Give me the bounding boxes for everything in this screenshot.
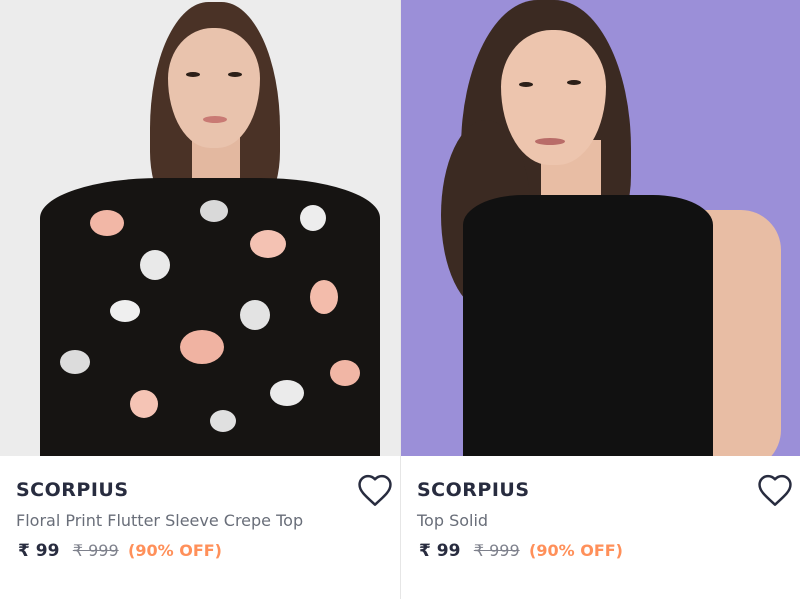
product-brand: SCORPIUS [417,479,530,501]
product-card[interactable]: SCORPIUS Floral Print Flutter Sleeve Cre… [0,0,400,599]
flower-print [250,230,286,258]
original-price: ₹ 999 [473,541,520,560]
product-grid: SCORPIUS Floral Print Flutter Sleeve Cre… [0,0,800,599]
wishlist-button[interactable] [355,472,395,508]
flower-print [300,205,326,231]
discount-badge: (90% OFF) [529,541,623,560]
flower-print [200,200,228,222]
model-lips [535,138,565,145]
flower-print [140,250,170,280]
flower-print [270,380,304,406]
heart-outline-icon [758,474,792,506]
flower-print [60,350,90,374]
product-card[interactable]: SCORPIUS Top Solid ₹ 99 ₹ 999 (90% OFF) [400,0,800,599]
discount-badge: (90% OFF) [128,541,222,560]
model-eye [228,72,242,77]
selling-price: ₹ 99 [18,541,60,561]
product-title: Floral Print Flutter Sleeve Crepe Top [16,511,304,530]
product-brand: SCORPIUS [16,479,129,501]
model-eye [519,82,533,87]
price-row: ₹ 99 ₹ 999 (90% OFF) [419,541,623,561]
product-image[interactable] [0,0,400,456]
flower-print [90,210,124,236]
product-title: Top Solid [417,511,489,530]
price-row: ₹ 99 ₹ 999 (90% OFF) [18,541,222,561]
flower-print [180,330,224,364]
flower-print [110,300,140,322]
flower-print [240,300,270,330]
original-price: ₹ 999 [72,541,119,560]
flower-print [330,360,360,386]
flower-print [310,280,338,314]
model-lips [203,116,227,123]
selling-price: ₹ 99 [419,541,461,561]
heart-outline-icon [358,474,392,506]
model-eye [186,72,200,77]
flower-print [130,390,158,418]
solid-top [463,195,713,456]
model-eye [567,80,581,85]
wishlist-button[interactable] [755,472,795,508]
flower-print [210,410,236,432]
product-image[interactable] [401,0,800,456]
